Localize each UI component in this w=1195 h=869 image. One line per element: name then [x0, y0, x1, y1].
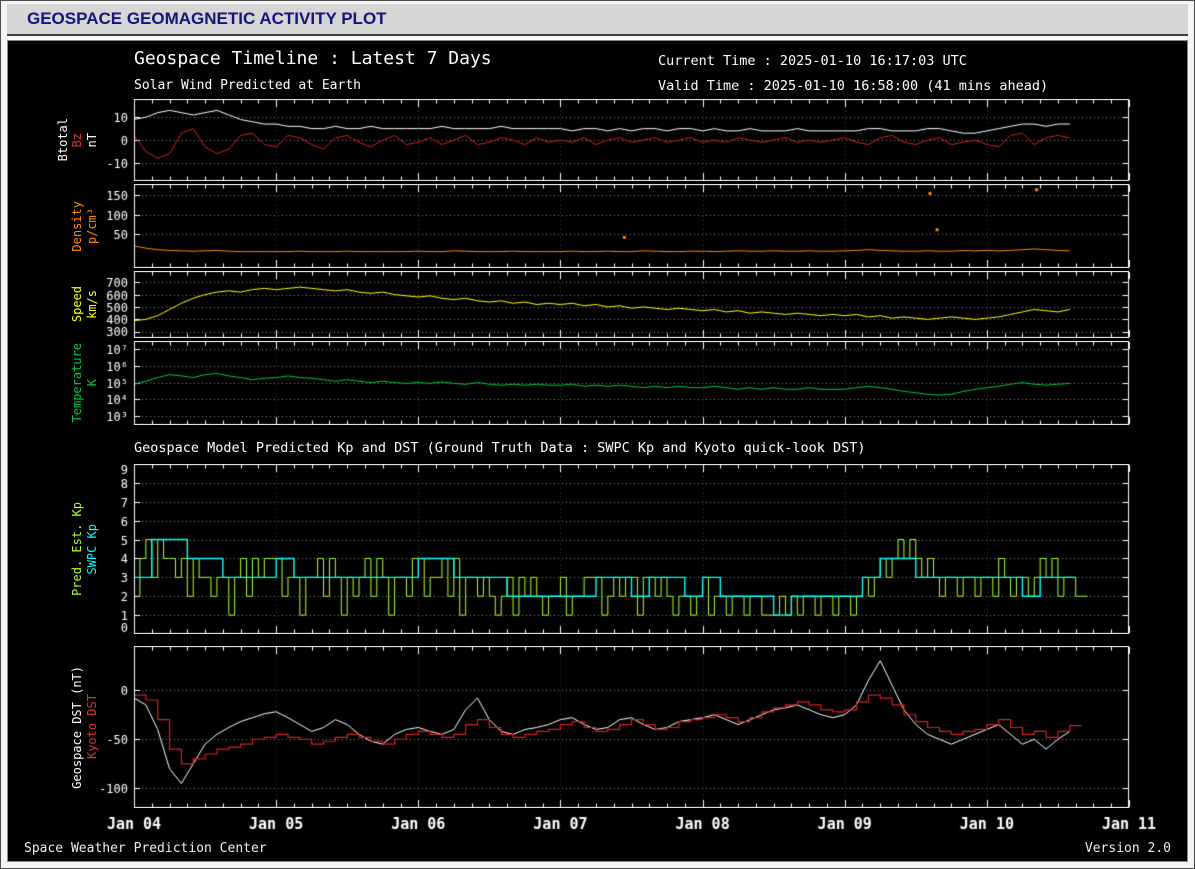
page-header: GEOSPACE GEOMAGNETIC ACTIVITY PLOT	[7, 4, 1188, 36]
current-time-label: Current Time : 2025-01-10 16:17:03 UTC	[658, 53, 967, 69]
plot-subtitle: Solar Wind Predicted at Earth	[134, 78, 361, 93]
temperature-panel: Temperature K	[8, 341, 1187, 425]
x-axis-labels	[8, 811, 1187, 837]
plot-title: Geospace Timeline : Latest 7 Days	[134, 48, 492, 69]
kp-dst-section-title: Geospace Model Predicted Kp and DST (Gro…	[134, 440, 866, 456]
dst-panel: Geospace DST (nT) Kyoto DST	[8, 646, 1187, 808]
temperature-plot	[8, 341, 1187, 425]
bfield-plot	[8, 99, 1187, 181]
plot-footer: Space Weather Prediction Center Version …	[8, 839, 1187, 861]
kp-plot	[8, 464, 1187, 634]
x-axis-row	[8, 811, 1187, 837]
footer-version: Version 2.0	[1084, 841, 1171, 856]
density-panel: Density p/cm³	[8, 184, 1187, 268]
plot-frame: Geospace Timeline : Latest 7 Days Curren…	[7, 40, 1188, 862]
kp-panel: Pred. Est. Kp SWPC Kp	[8, 464, 1187, 634]
page: GEOSPACE GEOMAGNETIC ACTIVITY PLOT Geosp…	[0, 0, 1195, 869]
density-plot	[8, 184, 1187, 268]
speed-panel: Speed km/s	[8, 271, 1187, 338]
dst-plot	[8, 646, 1187, 808]
plot-header: Geospace Timeline : Latest 7 Days Curren…	[8, 47, 1187, 99]
bfield-panel: Btotal Bz nT	[8, 99, 1187, 181]
page-title: GEOSPACE GEOMAGNETIC ACTIVITY PLOT	[27, 9, 387, 28]
footer-source: Space Weather Prediction Center	[24, 841, 267, 856]
speed-plot	[8, 271, 1187, 338]
valid-time-label: Valid Time : 2025-01-10 16:58:00 (41 min…	[658, 78, 1049, 94]
